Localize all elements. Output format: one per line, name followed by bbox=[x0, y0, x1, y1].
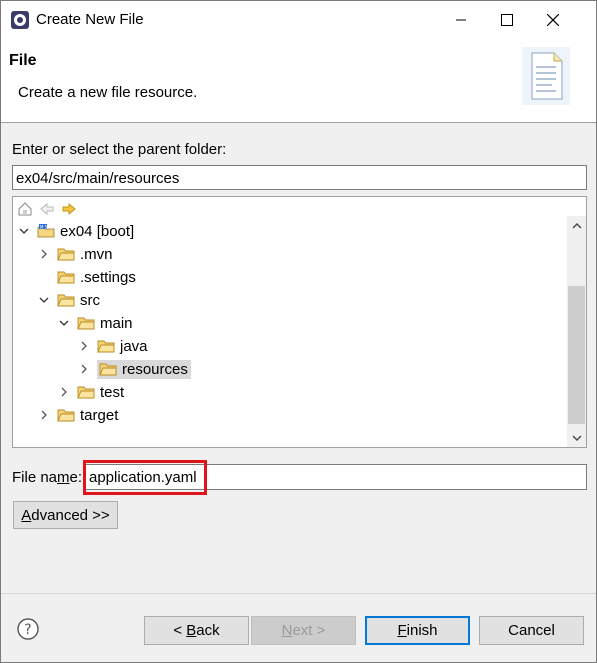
chevron-up-icon bbox=[572, 222, 581, 228]
advanced-mnemonic: A bbox=[21, 506, 32, 524]
home-icon[interactable] bbox=[17, 201, 33, 217]
folder-icon bbox=[77, 386, 95, 399]
create-new-file-dialog: Create New File File Create a new file r… bbox=[0, 0, 597, 663]
tree-item-mvn[interactable]: .mvn bbox=[37, 243, 116, 265]
maximize-icon bbox=[501, 14, 513, 26]
chevron-down-icon[interactable] bbox=[37, 289, 51, 311]
next-button[interactable]: Next > bbox=[251, 616, 356, 645]
scroll-down-button[interactable] bbox=[567, 428, 586, 447]
tree-scrollbar[interactable] bbox=[567, 216, 586, 447]
parent-folder-label-text: Enter or select the parent folder: bbox=[12, 141, 227, 158]
next-mnemonic: N bbox=[281, 622, 293, 639]
title-bar: Create New File bbox=[1, 1, 596, 39]
tree-item-label: ex04 [boot] bbox=[60, 222, 135, 240]
scroll-thumb[interactable] bbox=[568, 286, 585, 424]
help-icon[interactable]: ? bbox=[16, 617, 40, 641]
parent-folder-input[interactable]: ex04/src/main/resources bbox=[12, 165, 587, 190]
maximize-button[interactable] bbox=[484, 1, 530, 39]
close-button[interactable] bbox=[530, 1, 576, 39]
folder-icon bbox=[97, 340, 115, 353]
parent-folder-value: ex04/src/main/resources bbox=[16, 170, 180, 187]
tree-item-test[interactable]: test bbox=[57, 381, 127, 403]
selected-highlight: resources bbox=[97, 359, 191, 379]
folder-icon bbox=[57, 271, 75, 284]
annotation-highlight-box bbox=[83, 460, 207, 495]
tree-item-settings[interactable]: .settings bbox=[57, 266, 139, 288]
advanced-button[interactable]: Advanced >> bbox=[13, 501, 118, 529]
folder-tree[interactable]: M S ex04 [boot] .mvn .settings src main bbox=[12, 196, 587, 448]
folder-icon bbox=[77, 317, 95, 330]
tree-toolbar bbox=[17, 201, 77, 219]
tree-item-label: test bbox=[100, 383, 125, 401]
scroll-up-button[interactable] bbox=[567, 216, 586, 235]
tree-item-target[interactable]: target bbox=[37, 404, 121, 426]
tree-item-label: resources bbox=[122, 360, 188, 378]
close-icon bbox=[547, 14, 559, 26]
back-arrow-icon[interactable] bbox=[39, 201, 55, 217]
chevron-right-icon[interactable] bbox=[37, 243, 51, 265]
tree-item-main[interactable]: main bbox=[57, 312, 136, 334]
file-name-label-part1: File na bbox=[12, 469, 58, 486]
tree-item-label: java bbox=[120, 337, 148, 355]
folder-icon bbox=[99, 363, 117, 376]
file-name-label: File name: bbox=[12, 469, 82, 486]
tree-item-java[interactable]: java bbox=[77, 335, 151, 357]
back-button[interactable]: < Back bbox=[144, 616, 249, 645]
wizard-banner: File Create a new file resource. bbox=[1, 39, 596, 123]
svg-text:?: ? bbox=[24, 622, 31, 638]
tree-item-label: .mvn bbox=[80, 245, 113, 263]
back-label: ack bbox=[196, 622, 220, 639]
window-title: Create New File bbox=[36, 11, 144, 28]
next-label: ext > bbox=[292, 622, 326, 639]
project-icon: M S bbox=[37, 224, 55, 238]
banner-description: Create a new file resource. bbox=[18, 84, 198, 101]
tree-item-label: main bbox=[100, 314, 133, 332]
file-name-mnemonic: m bbox=[57, 469, 70, 486]
tree-item-resources[interactable]: resources bbox=[77, 358, 191, 380]
chevron-right-icon[interactable] bbox=[77, 358, 91, 380]
finish-mnemonic: F bbox=[397, 622, 407, 639]
cancel-label: Cancel bbox=[508, 622, 555, 639]
forward-arrow-icon[interactable] bbox=[61, 201, 77, 217]
chevron-down-icon[interactable] bbox=[17, 220, 31, 242]
chevron-right-icon[interactable] bbox=[77, 335, 91, 357]
chevron-down-icon bbox=[572, 435, 581, 441]
banner-title: File bbox=[9, 52, 37, 69]
tree-item-ex04[interactable]: M S ex04 [boot] bbox=[17, 220, 137, 242]
svg-text:M S: M S bbox=[40, 225, 48, 230]
chevron-right-icon[interactable] bbox=[37, 404, 51, 426]
footer-separator bbox=[1, 593, 596, 594]
chevron-right-icon[interactable] bbox=[57, 381, 71, 403]
advanced-label: dvanced >> bbox=[31, 506, 110, 524]
finish-label: inish bbox=[406, 622, 438, 639]
back-mnemonic: B bbox=[186, 622, 197, 639]
cancel-button[interactable]: Cancel bbox=[479, 616, 584, 645]
folder-icon bbox=[57, 294, 75, 307]
file-name-label-part2: e: bbox=[69, 469, 83, 486]
tree-item-label: target bbox=[80, 406, 119, 424]
parent-folder-label: Enter or select the parent folder: bbox=[12, 141, 226, 158]
back-prefix: < bbox=[173, 622, 187, 639]
folder-icon bbox=[57, 248, 75, 261]
tree-item-src[interactable]: src bbox=[37, 289, 103, 311]
finish-button[interactable]: Finish bbox=[365, 616, 470, 645]
minimize-button[interactable] bbox=[438, 1, 484, 39]
eclipse-app-icon bbox=[11, 11, 29, 29]
tree-item-label: .settings bbox=[80, 268, 136, 286]
folder-icon bbox=[57, 409, 75, 422]
new-file-wizard-icon bbox=[522, 47, 570, 105]
chevron-down-icon[interactable] bbox=[57, 312, 71, 334]
minimize-icon bbox=[456, 19, 466, 21]
tree-item-label: src bbox=[80, 291, 100, 309]
